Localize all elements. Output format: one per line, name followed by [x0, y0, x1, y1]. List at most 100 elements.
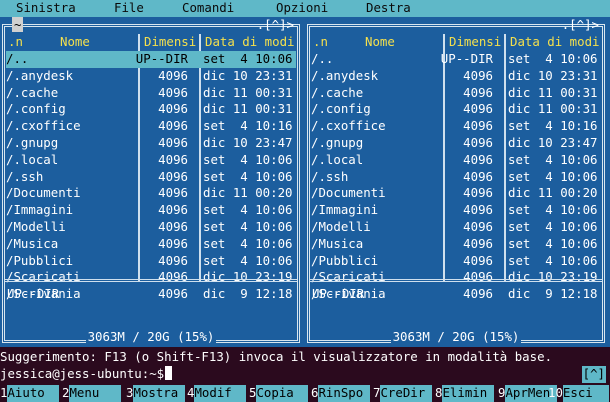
file-size: 4096 [463, 84, 493, 100]
file-name: /Documenti [6, 185, 81, 201]
file-size: 4096 [463, 151, 493, 167]
fkey-mostra[interactable]: 3Mostra [126, 385, 186, 402]
file-name: /.cxoffice [311, 118, 386, 134]
sort-marker[interactable]: .n [313, 34, 328, 51]
menu-file[interactable]: File [114, 0, 144, 17]
file-row[interactable]: /.local 4096 set 4 10:06 [6, 152, 296, 169]
header-name[interactable]: Nome [365, 34, 395, 51]
column-headers: .n Nome Dimensi Data di modi [311, 34, 601, 51]
fkey-credir[interactable]: 7CreDir [373, 385, 433, 402]
fkey-number: 10 [548, 385, 563, 400]
file-list: /.. UP--DIR set 4 10:06 /.anydesk 4096 dic 10… [6, 51, 296, 303]
file-list: /.. UP--DIR set 4 10:06 /.anydesk 4096 dic 10… [311, 51, 601, 303]
file-date: set 4 10:06 [203, 51, 293, 66]
header-size[interactable]: Dimensi [449, 34, 501, 51]
file-name: /Musica [6, 235, 59, 251]
panel-path[interactable]: ~ [12, 17, 24, 32]
file-date: dic 9 12:18 [508, 286, 598, 302]
file-size: 4096 [158, 185, 188, 201]
file-row[interactable]: /.config 4096 dic 11 00:31 [6, 101, 296, 118]
file-row[interactable]: /.gnupg 4096 dic 10 23:47 [6, 135, 296, 152]
file-row[interactable]: /.config 4096 dic 11 00:31 [311, 101, 601, 118]
fkey-number: 7 [373, 385, 381, 400]
file-date: set 4 10:06 [203, 151, 293, 167]
header-date[interactable]: Data di modi [510, 34, 600, 51]
file-date: dic 10 23:47 [508, 134, 598, 150]
file-row[interactable]: /.gnupg 4096 dic 10 23:47 [311, 135, 601, 152]
file-size: 4096 [463, 168, 493, 184]
fkey-number: 9 [498, 385, 506, 400]
file-name: /.local [311, 151, 364, 167]
sort-marker[interactable]: .n [8, 34, 23, 51]
file-row[interactable]: /.anydesk 4096 dic 10 23:31 [311, 68, 601, 85]
file-size: 4096 [463, 101, 493, 117]
fkey-number: 8 [435, 385, 443, 400]
file-name: /.gnupg [311, 134, 364, 150]
file-row[interactable]: /Immagini 4096 set 4 10:06 [6, 202, 296, 219]
file-row[interactable]: /.ssh 4096 set 4 10:06 [6, 169, 296, 186]
file-size: UP--DIR [135, 51, 188, 66]
prompt-corner-controls[interactable]: [^] [581, 366, 606, 383]
menu-sinistra[interactable]: Sinistra [16, 0, 76, 17]
file-name: /Pubblici [311, 252, 379, 268]
file-name: /Pubblici [6, 252, 74, 268]
file-row[interactable]: /Musica 4096 set 4 10:06 [6, 236, 296, 253]
file-row[interactable]: /.. UP--DIR set 4 10:06 [311, 51, 601, 68]
file-row[interactable]: /.ssh 4096 set 4 10:06 [311, 169, 601, 186]
panel-corner-controls[interactable]: .[^]> [562, 17, 599, 32]
fkey-label: RinSpo [318, 385, 371, 402]
file-row[interactable]: /Musica 4096 set 4 10:06 [311, 236, 601, 253]
left-panel[interactable]: ~ .[^]> .n Nome Dimensi Data di modi /..… [0, 17, 302, 347]
file-name: /.ssh [6, 168, 44, 184]
file-row[interactable]: /Documenti 4096 dic 11 00:20 [311, 185, 601, 202]
panel-divider [5, 279, 297, 285]
fkey-modif[interactable]: 4Modif [187, 385, 247, 402]
file-size: 4096 [158, 168, 188, 184]
file-size: 4096 [158, 67, 188, 83]
file-row[interactable]: /Modelli 4096 set 4 10:06 [311, 219, 601, 236]
file-row[interactable]: /.cxoffice 4096 set 4 10:16 [6, 118, 296, 135]
function-key-bar: 1Aiuto 2Menu 3Mostra 4Modif 5Copia 6RinSpo 7Cr… [0, 385, 610, 402]
file-date: set 4 10:06 [508, 168, 598, 184]
file-row[interactable]: /Immagini 4096 set 4 10:06 [311, 202, 601, 219]
menu-destra[interactable]: Destra [366, 0, 411, 17]
fkey-menu[interactable]: 2Menu [62, 385, 122, 402]
file-row[interactable]: /.cache 4096 dic 11 00:31 [311, 85, 601, 102]
disk-usage: 3063M / 20G (15%) [305, 329, 607, 346]
file-row[interactable]: /.cxoffice 4096 set 4 10:16 [311, 118, 601, 135]
fkey-elimin[interactable]: 8Elimin [435, 385, 495, 402]
header-date[interactable]: Data di modi [205, 34, 295, 51]
file-row[interactable]: /Pubblici 4096 set 4 10:06 [311, 253, 601, 270]
file-date: set 4 10:06 [508, 151, 598, 167]
fkey-aiuto[interactable]: 1Aiuto [0, 385, 60, 402]
fkey-label: Esci [562, 385, 609, 402]
file-date: set 4 10:06 [203, 235, 293, 251]
file-row[interactable]: /.. UP--DIR set 4 10:06 [6, 51, 296, 68]
file-row[interactable]: /Documenti 4096 dic 11 00:20 [6, 185, 296, 202]
panel-corner-controls[interactable]: .[^]> [257, 17, 294, 32]
file-name: /Musica [311, 235, 364, 251]
fkey-copia[interactable]: 5Copia [249, 385, 309, 402]
file-date: set 4 10:06 [203, 252, 293, 268]
file-size: 4096 [158, 101, 188, 117]
menu-comandi[interactable]: Comandi [182, 0, 234, 17]
file-row[interactable]: /.cache 4096 dic 11 00:31 [6, 85, 296, 102]
panel-status: UP--DIR [312, 286, 365, 302]
file-name: /.anydesk [6, 67, 74, 83]
file-row[interactable]: /Pubblici 4096 set 4 10:06 [6, 253, 296, 270]
menu-opzioni[interactable]: Opzioni [276, 0, 328, 17]
file-date: dic 10 23:31 [203, 67, 293, 83]
file-row[interactable]: /.anydesk 4096 dic 10 23:31 [6, 68, 296, 85]
fkey-esci[interactable]: 10Esci [548, 385, 609, 402]
file-row[interactable]: /Modelli 4096 set 4 10:06 [6, 219, 296, 236]
file-row[interactable]: /.local 4096 set 4 10:06 [311, 152, 601, 169]
file-date: set 4 10:06 [203, 218, 293, 234]
fkey-rinspo[interactable]: 6RinSpo [311, 385, 371, 402]
header-size[interactable]: Dimensi [144, 34, 196, 51]
header-name[interactable]: Nome [60, 34, 90, 51]
file-name: /.. [6, 51, 29, 66]
file-size: 4096 [158, 151, 188, 167]
right-panel[interactable]: .[^]> .n Nome Dimensi Data di modi /.. UP… [305, 17, 607, 347]
command-prompt[interactable]: jessica@jess-ubuntu:~$ [0, 366, 173, 383]
panel-status: UP--DIR [7, 286, 60, 302]
